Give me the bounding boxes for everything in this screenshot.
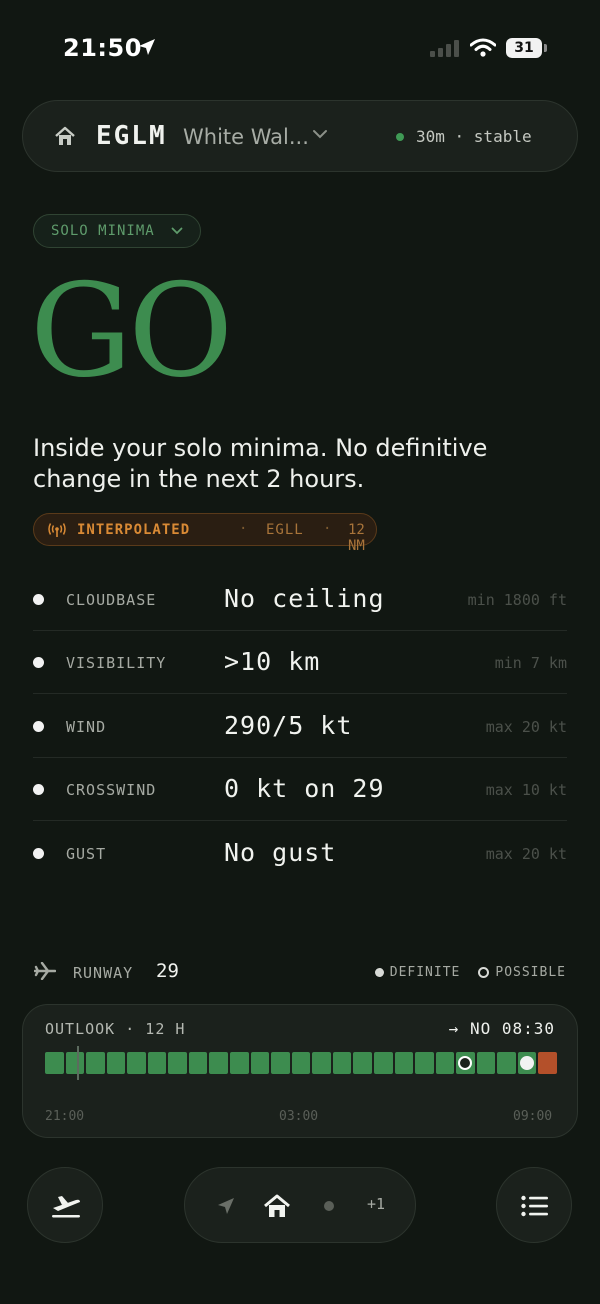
condition-value: No ceiling (224, 584, 385, 613)
timeline-segment (147, 1052, 167, 1074)
menu-button[interactable] (496, 1167, 572, 1243)
clock: 21:50 (63, 34, 142, 62)
chevron-down-icon (313, 130, 327, 139)
broadcast-icon (48, 523, 66, 537)
verdict-summary: Inside your solo minima. No definitive c… (33, 434, 488, 493)
timeline-segment (476, 1052, 496, 1074)
station-name: White Wal... (183, 125, 309, 149)
condition-value: >10 km (224, 647, 321, 676)
timeline-legend: DEFINITE POSSIBLE (374, 965, 566, 980)
timeline-segment (332, 1052, 352, 1074)
location-arrow-icon[interactable] (216, 1196, 236, 1216)
timeline-segment (168, 1052, 187, 1074)
current-time-indicator (76, 1046, 79, 1080)
outlook-card[interactable]: OUTLOOK · 12 H → NO 08:30 21:00 03:00 09… (22, 1004, 578, 1138)
takeoff-icon (52, 1196, 80, 1218)
definite-dot-icon (374, 968, 384, 977)
condition-label: CLOUDBASE (66, 591, 157, 609)
station-selector[interactable]: EGLM White Wal... 30m · stable (22, 100, 578, 172)
timeline-segment (291, 1052, 311, 1074)
time-label: 03:00 (279, 1109, 319, 1124)
timeline-segment (415, 1052, 434, 1074)
condition-row-crosswind[interactable]: CROSSWIND 0 kt on 29 max 10 kt (33, 757, 567, 821)
condition-value: No gust (224, 838, 337, 867)
departure-button[interactable] (27, 1167, 103, 1243)
timeline-segment (312, 1052, 331, 1074)
airplane-icon (34, 962, 56, 980)
time-label: 21:00 (45, 1109, 85, 1124)
condition-row-visibility[interactable]: VISIBILITY >10 km min 7 km (33, 630, 567, 694)
condition-limit: min 7 km (494, 654, 567, 672)
status-dot (33, 848, 44, 859)
list-icon (521, 1195, 548, 1217)
outlook-timeline[interactable] (45, 1046, 557, 1080)
home-icon (55, 126, 75, 145)
legend-possible: POSSIBLE (495, 965, 566, 980)
condition-limit: min 1800 ft (467, 591, 567, 609)
condition-row-wind[interactable]: WIND 290/5 kt max 20 kt (33, 694, 567, 758)
timeline-segment (271, 1052, 290, 1074)
timeline-segment (394, 1052, 414, 1074)
timeline-segment (250, 1052, 270, 1074)
condition-row-gust[interactable]: GUST No gust max 20 kt (33, 821, 567, 884)
status-dot (33, 594, 44, 605)
wifi-icon (470, 38, 496, 57)
status-bar: 21:50 31 (0, 0, 600, 96)
timeline-segment (373, 1052, 393, 1074)
condition-label: VISIBILITY (66, 654, 167, 672)
condition-limit: max 10 kt (485, 781, 567, 799)
timeline-segment (497, 1052, 516, 1074)
condition-value: 290/5 kt (224, 711, 353, 740)
timeline-segment (45, 1052, 64, 1074)
runway-label: RUNWAY (73, 964, 134, 982)
timeline-segment (435, 1052, 455, 1074)
timeline-segment (230, 1052, 249, 1074)
next-change: → NO 08:30 (448, 1019, 555, 1038)
condition-limit: max 20 kt (485, 718, 567, 736)
timeline-segment (106, 1052, 126, 1074)
legend-definite: DEFINITE (389, 965, 461, 980)
source-mode: INTERPOLATED (77, 522, 191, 538)
separator-dot: · (323, 521, 332, 537)
status-dot (33, 721, 44, 732)
source-station: EGLL (266, 522, 304, 538)
condition-row-cloudbase[interactable]: CLOUDBASE No ceiling min 1800 ft (33, 567, 567, 631)
timeline-segment (538, 1052, 557, 1074)
time-label: 09:00 (513, 1109, 553, 1124)
cellular-signal-icon (430, 40, 459, 57)
freshness-dot (396, 133, 404, 141)
timeline-segment (65, 1052, 85, 1074)
timeline-segment (188, 1052, 208, 1074)
condition-value: 0 kt on 29 (224, 774, 385, 803)
condition-label: WIND (66, 718, 107, 736)
chevron-down-icon (171, 227, 183, 235)
verdict-word: GO (30, 257, 233, 406)
more-locations-count[interactable]: +1 (367, 1195, 385, 1213)
location-arrow-icon (139, 39, 155, 55)
runway-number[interactable]: 29 (156, 960, 179, 982)
minima-selector[interactable]: SOLO MINIMA (33, 214, 201, 248)
condition-limit: max 20 kt (485, 845, 567, 863)
timeline-segment (209, 1052, 229, 1074)
observation-age: 30m · stable (416, 127, 532, 146)
battery-icon: 31 (506, 38, 542, 58)
status-dot (33, 784, 44, 795)
minima-label: SOLO MINIMA (51, 223, 155, 239)
data-source-badge[interactable]: INTERPOLATED · EGLL · 12 NM (33, 513, 377, 554)
station-icao: EGLM (96, 121, 167, 151)
timeline-segment (127, 1052, 146, 1074)
condition-label: CROSSWIND (66, 781, 157, 799)
timeline-segment (86, 1052, 105, 1074)
home-icon[interactable] (263, 1193, 291, 1219)
source-distance: 12 NM (348, 522, 365, 554)
timeline-segment (353, 1052, 372, 1074)
separator-dot: · (239, 521, 248, 537)
status-dot (33, 657, 44, 668)
page-dot[interactable] (324, 1201, 334, 1211)
possible-ring-icon (478, 967, 490, 978)
battery-tip (544, 44, 547, 52)
location-pager[interactable]: +1 (184, 1167, 416, 1243)
condition-label: GUST (66, 845, 107, 863)
outlook-title: OUTLOOK · 12 H (45, 1020, 186, 1038)
